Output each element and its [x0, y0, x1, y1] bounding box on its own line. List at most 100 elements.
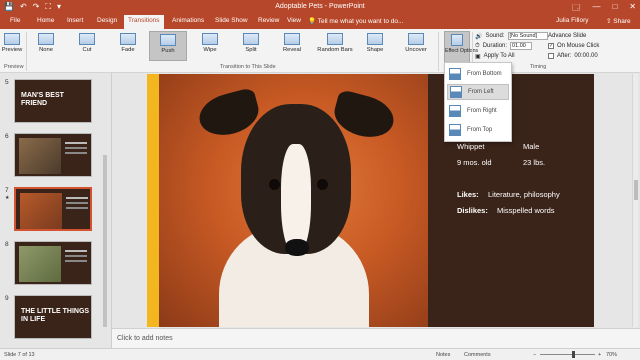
- title-bar: 💾 ↶ ↷ ⛶ ▾ Adoptable Pets - PowerPoint 🗔 …: [0, 0, 640, 14]
- dislikes-label: Dislikes:: [457, 206, 488, 215]
- scrollbar-thumb[interactable]: [634, 180, 638, 200]
- dog-photo[interactable]: [159, 74, 428, 327]
- after-input[interactable]: 00:00.00: [574, 53, 610, 59]
- pet-sex: Male: [523, 142, 540, 151]
- transition-star-icon: ★: [5, 195, 10, 201]
- slide-thumbnail-5[interactable]: MAN'S BEST FRIEND: [14, 79, 92, 123]
- slide-scrollbar[interactable]: [632, 74, 638, 327]
- share-button[interactable]: ⇧ Share: [606, 17, 631, 25]
- zoom-slider[interactable]: [540, 354, 595, 355]
- split-icon: [243, 33, 259, 45]
- transition-uncover[interactable]: Uncover: [397, 31, 435, 61]
- notes-button[interactable]: Notes: [436, 352, 450, 358]
- tab-view[interactable]: View: [287, 17, 301, 24]
- thumbnail-text-lines: [66, 197, 88, 199]
- dog-eye-left: [269, 179, 280, 190]
- on-mouse-click-row[interactable]: ✓ On Mouse Click: [548, 41, 610, 51]
- likes-value: Literature, philosophy: [488, 190, 560, 199]
- shape-icon: [367, 33, 383, 45]
- slide-number: 9: [5, 295, 9, 302]
- wipe-icon: [202, 33, 218, 45]
- thumbnail-photo: [20, 193, 62, 229]
- window-title: Adoptable Pets - PowerPoint: [275, 3, 365, 10]
- apply-all-button[interactable]: ▣ Apply To All: [475, 51, 548, 61]
- slide-thumbnail-7[interactable]: [14, 187, 92, 231]
- advance-slide-label: Advance Slide: [548, 33, 587, 39]
- tab-slide-show[interactable]: Slide Show: [215, 17, 248, 24]
- random-bars-icon: [327, 33, 343, 45]
- preview-button[interactable]: Preview: [0, 31, 24, 61]
- slide-thumbnail-6[interactable]: [14, 133, 92, 177]
- transition-cut[interactable]: Cut: [68, 31, 106, 61]
- transition-push[interactable]: Push: [149, 31, 187, 61]
- transition-none[interactable]: None: [27, 31, 65, 61]
- dog-blaze: [281, 144, 311, 254]
- tab-design[interactable]: Design: [97, 17, 117, 24]
- status-bar: Slide 7 of 13 Notes Comments − + 70%: [0, 348, 640, 360]
- tab-review[interactable]: Review: [258, 17, 279, 24]
- zoom-in-button[interactable]: +: [598, 352, 601, 358]
- slide-thumbnail-8[interactable]: [14, 241, 92, 285]
- on-mouse-click-checkbox[interactable]: ✓: [548, 43, 554, 49]
- transition-split[interactable]: Split: [232, 31, 270, 61]
- preview-icon: [4, 33, 20, 45]
- slide-number: 5: [5, 79, 9, 86]
- after-checkbox[interactable]: [548, 53, 554, 59]
- pet-breed: Whippet: [457, 142, 485, 151]
- menu-item-from-bottom[interactable]: From Bottom: [447, 66, 509, 82]
- thumbnail-title: THE LITTLE THINGS IN LIFE: [21, 308, 90, 323]
- menu-item-from-top[interactable]: From Top: [447, 122, 509, 138]
- transition-shape[interactable]: Shape: [356, 31, 394, 61]
- thumbnail-title: MAN'S BEST FRIEND: [21, 92, 64, 107]
- zoom-slider-thumb[interactable]: [572, 351, 575, 358]
- uncover-icon: [408, 33, 424, 45]
- none-icon: [38, 33, 54, 45]
- duration-input[interactable]: 01.00: [510, 42, 533, 50]
- slide-number: 6: [5, 133, 9, 140]
- tab-insert[interactable]: Insert: [67, 17, 83, 24]
- tab-file[interactable]: File: [10, 17, 20, 24]
- sound-select[interactable]: [No Sound]: [507, 32, 548, 40]
- group-divider: [438, 32, 439, 71]
- tab-transitions[interactable]: Transitions: [124, 15, 164, 29]
- from-top-icon: [449, 124, 461, 136]
- user-name[interactable]: Julia Fillory: [556, 17, 589, 24]
- thumbnails-scrollbar[interactable]: [103, 155, 107, 327]
- transition-fade[interactable]: Fade: [109, 31, 147, 61]
- transition-wipe[interactable]: Wipe: [191, 31, 229, 61]
- transition-reveal[interactable]: Reveal: [273, 31, 311, 61]
- slide-canvas[interactable]: Whippet Male 9 mos. old 23 lbs. Likes: L…: [147, 74, 594, 327]
- group-label-preview: Preview: [4, 64, 24, 70]
- tell-me-search[interactable]: 💡 Tell me what you want to do...: [308, 17, 403, 25]
- dog-eye-right: [317, 179, 328, 190]
- after-row: After: 00:00.00: [548, 51, 610, 61]
- from-bottom-icon: [449, 68, 461, 80]
- effect-options-icon: [451, 34, 463, 46]
- ribbon-tabs: File Home Insert Design Transitions Anim…: [0, 14, 640, 29]
- effect-options-button[interactable]: Effect Options: [444, 31, 478, 64]
- timing-left: 🔊 Sound: [No Sound] ⏱ Duration: 01.00 ▣ …: [475, 31, 548, 61]
- sound-row: 🔊 Sound: [No Sound]: [475, 31, 548, 41]
- tab-animations[interactable]: Animations: [172, 17, 204, 24]
- zoom-level[interactable]: 70%: [606, 352, 617, 358]
- push-icon: [160, 34, 176, 46]
- slide-counter: Slide 7 of 13: [4, 352, 35, 358]
- sound-icon: 🔊: [475, 33, 483, 40]
- slide-thumbnails-pane: 5 MAN'S BEST FRIEND 6 7 ★ 8 9 THE LITTLE…: [0, 73, 112, 348]
- tab-home[interactable]: Home: [37, 17, 54, 24]
- slide-thumbnail-9[interactable]: THE LITTLE THINGS IN LIFE: [14, 295, 92, 339]
- menu-item-from-left[interactable]: From Left: [447, 84, 509, 100]
- thumbnail-photo: [19, 246, 61, 282]
- pet-weight: 23 lbs.: [523, 158, 546, 167]
- dislikes-value: Misspelled words: [497, 206, 555, 215]
- from-right-icon: [449, 105, 461, 117]
- timing-right: Advance Slide ✓ On Mouse Click After: 00…: [548, 31, 610, 61]
- group-label-transition: Transition to This Slide: [220, 64, 276, 70]
- apply-all-icon: ▣: [475, 53, 481, 60]
- notes-pane[interactable]: Click to add notes: [112, 328, 640, 348]
- zoom-out-button[interactable]: −: [533, 352, 536, 358]
- menu-item-from-right[interactable]: From Right: [447, 103, 509, 119]
- thumbnail-text-lines: [65, 250, 87, 252]
- comments-button[interactable]: Comments: [464, 352, 491, 358]
- transition-random-bars[interactable]: Random Bars: [314, 31, 356, 61]
